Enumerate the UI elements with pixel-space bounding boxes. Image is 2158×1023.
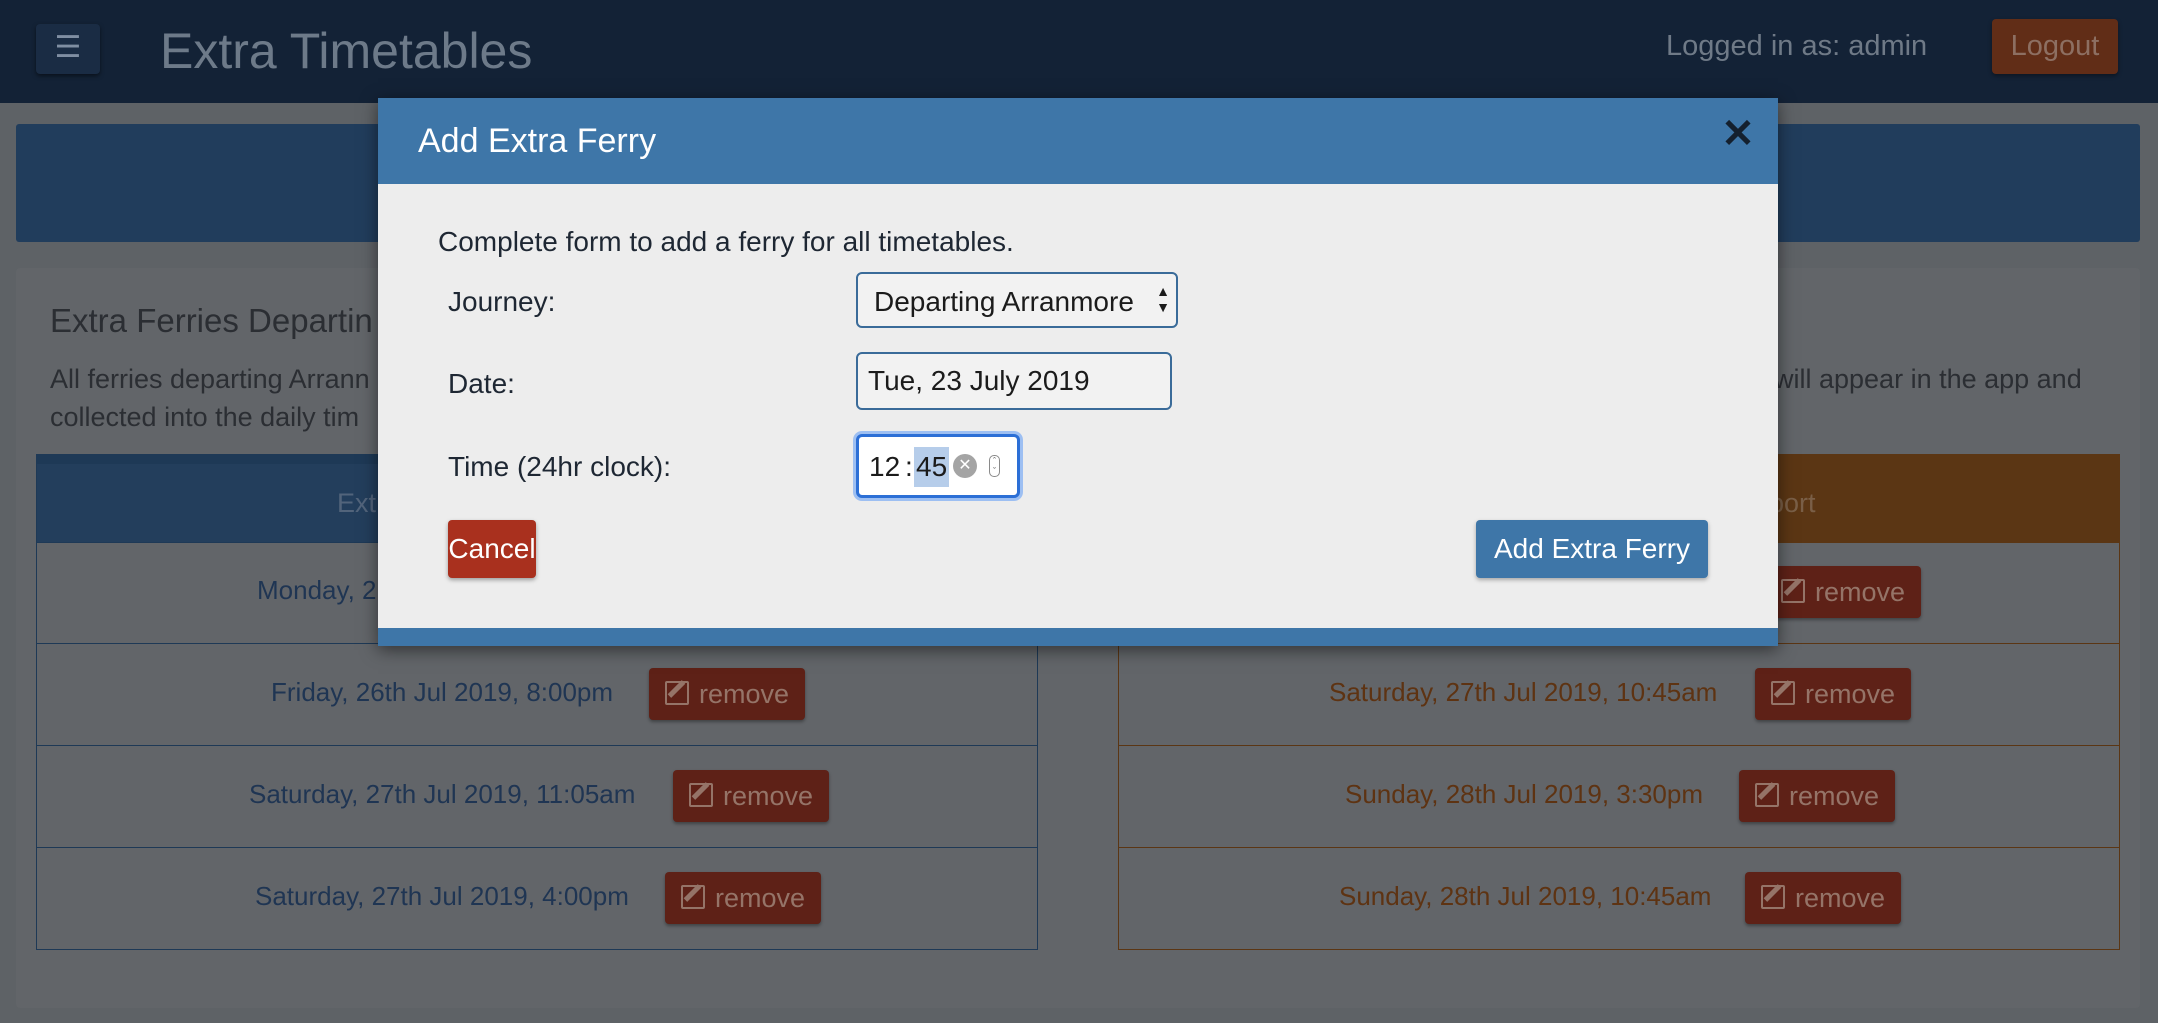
menu-button[interactable]: ☰ [36, 24, 100, 74]
edit-icon [681, 885, 705, 909]
edit-icon [665, 681, 689, 705]
description-left: All ferries departing Arrann [50, 364, 370, 394]
cancel-button[interactable]: Cancel [448, 520, 536, 578]
remove-button[interactable]: remove [673, 770, 830, 822]
time-hours[interactable]: 12 [869, 451, 900, 483]
section-title: Extra Ferries Departin [50, 302, 373, 339]
add-ferry-modal: Add Extra Ferry ✕ Complete form to add a… [378, 98, 1778, 646]
remove-button[interactable]: remove [665, 872, 822, 924]
modal-footer-bar [378, 628, 1778, 646]
app-title: Extra Timetables [160, 23, 533, 79]
add-extra-ferry-button[interactable]: Add Extra Ferry [1476, 520, 1708, 578]
row-date: Friday, 26th Jul 2019, 8:00pm [271, 677, 614, 707]
remove-label: remove [1815, 577, 1906, 607]
table-row: Sunday, 28th Jul 2019, 10:45am remove [1118, 848, 2120, 950]
time-minutes[interactable]: 45 [914, 447, 950, 487]
logged-in-user: Logged in as: admin [1666, 30, 1928, 62]
row-date: Sunday, 28th Jul 2019, 3:30pm [1345, 779, 1703, 809]
row-date: Saturday, 27th Jul 2019, 10:45am [1329, 677, 1718, 707]
table-row: Friday, 26th Jul 2019, 8:00pm remove [36, 644, 1038, 746]
description-right: will appear in the app and [1774, 364, 2082, 394]
top-navbar: ☰ Extra Timetables Logged in as: admin L… [0, 0, 2158, 103]
remove-label: remove [699, 679, 790, 709]
hamburger-icon: ☰ [54, 31, 82, 64]
row-date: Sunday, 28th Jul 2019, 10:45am [1339, 881, 1712, 911]
modal-header: Add Extra Ferry ✕ [378, 98, 1778, 184]
remove-label: remove [723, 781, 814, 811]
table-row: Saturday, 27th Jul 2019, 11:05am remove [36, 746, 1038, 848]
date-input[interactable] [856, 352, 1172, 410]
close-icon[interactable]: ✕ [1718, 114, 1758, 154]
remove-label: remove [1795, 883, 1886, 913]
remove-label: remove [715, 883, 806, 913]
description-line2: collected into the daily tim [50, 402, 360, 432]
table-row: Saturday, 27th Jul 2019, 10:45am remove [1118, 644, 2120, 746]
time-separator: : [905, 451, 913, 482]
date-label: Date: [448, 368, 515, 399]
row-date: Saturday, 27th Jul 2019, 11:05am [249, 779, 636, 809]
modal-title: Add Extra Ferry [418, 122, 657, 160]
edit-icon [1761, 885, 1785, 909]
time-label: Time (24hr clock): [448, 451, 672, 482]
edit-icon [1771, 681, 1795, 705]
time-input[interactable]: 12 : 45 ✕ ˆˇ [856, 434, 1020, 498]
remove-button[interactable]: remove [1739, 770, 1896, 822]
row-date: Saturday, 27th Jul 2019, 4:00pm [255, 881, 629, 911]
row-date: Monday, 2 [257, 575, 377, 605]
logout-button[interactable]: Logout [1992, 19, 2118, 74]
remove-button[interactable]: remove [1755, 668, 1912, 720]
remove-button[interactable]: remove [649, 668, 806, 720]
remove-label: remove [1789, 781, 1880, 811]
remove-label: remove [1805, 679, 1896, 709]
edit-icon [689, 783, 713, 807]
remove-button[interactable]: remove [1745, 872, 1902, 924]
journey-value: Departing Arranmore [874, 286, 1134, 317]
spinner-icon[interactable]: ˆˇ [989, 455, 1000, 477]
table-row: Saturday, 27th Jul 2019, 4:00pm remove [36, 848, 1038, 950]
modal-intro: Complete form to add a ferry for all tim… [438, 226, 1014, 257]
journey-select[interactable]: Departing Arranmore ▲ ▼ [856, 272, 1178, 328]
edit-icon [1755, 783, 1779, 807]
clear-icon[interactable]: ✕ [953, 454, 977, 478]
table-row: Sunday, 28th Jul 2019, 3:30pm remove [1118, 746, 2120, 848]
select-arrows-icon: ▲ ▼ [1156, 283, 1170, 315]
remove-button[interactable]: remove [1765, 566, 1922, 618]
journey-label: Journey: [448, 286, 556, 317]
edit-icon [1781, 579, 1805, 603]
left-header-label: Ext [337, 488, 377, 518]
